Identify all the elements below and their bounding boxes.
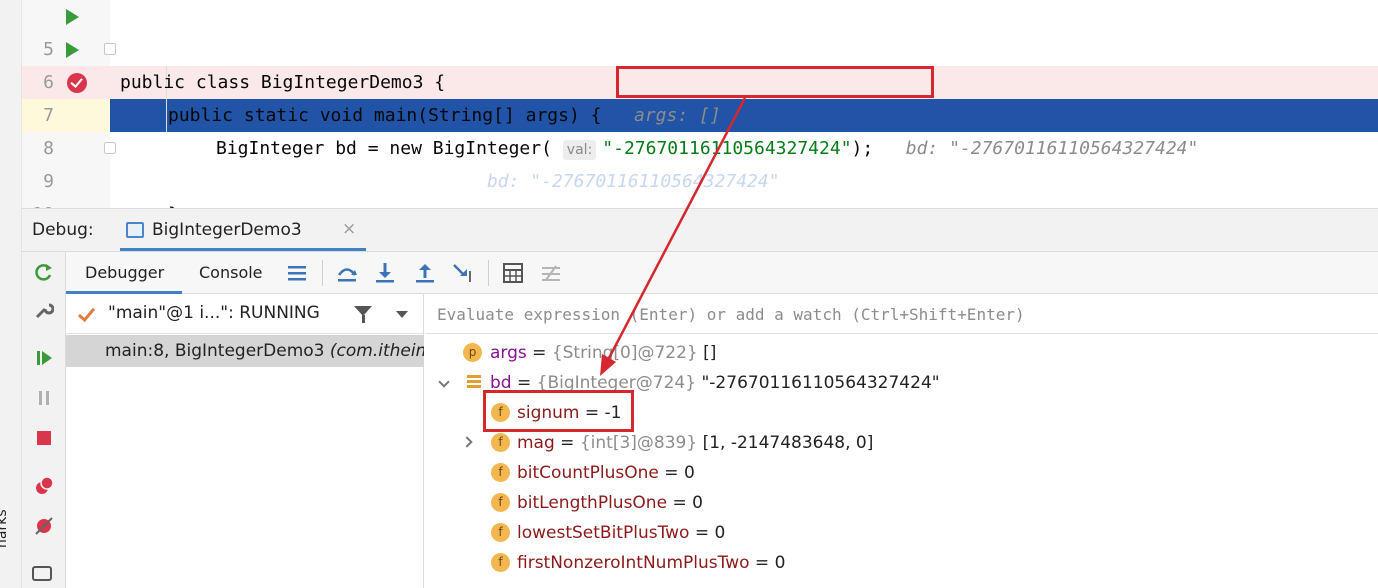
check-icon bbox=[77, 303, 96, 323]
variable-value: 0 bbox=[714, 523, 726, 543]
field-icon: f bbox=[491, 493, 510, 512]
debug-title: Debug: bbox=[32, 220, 94, 240]
step-over-icon[interactable] bbox=[336, 262, 358, 284]
bookmarks-side-tab[interactable]: narks bbox=[0, 509, 10, 548]
menu-icon[interactable] bbox=[286, 262, 308, 284]
code-line-10[interactable]: 10 } bbox=[0, 165, 1378, 258]
variable-row-bitlengthplusone[interactable]: f bitLengthPlusOne = 0 bbox=[425, 488, 1378, 518]
stack-frame-item[interactable]: main:8, BigIntegerDemo3 (com.itheim bbox=[66, 335, 424, 367]
pause-icon[interactable] bbox=[34, 388, 54, 408]
variable-equals: = bbox=[554, 433, 580, 453]
toolbar-divider bbox=[322, 260, 323, 286]
chevron-down-icon[interactable] bbox=[396, 311, 408, 318]
variable-equals: = bbox=[689, 523, 715, 543]
evaluate-expression-input[interactable] bbox=[437, 302, 1137, 326]
code-line-8[interactable]: 8 System.out.println(bd); bd: "-27670116… bbox=[0, 99, 1378, 192]
variable-name: args bbox=[490, 343, 527, 363]
code-line-9[interactable]: 9 } bbox=[0, 132, 1378, 225]
trace-stream-icon[interactable] bbox=[540, 262, 562, 284]
close-icon[interactable]: × bbox=[342, 219, 356, 239]
thread-label: "main"@1 i...": RUNNING bbox=[108, 303, 320, 323]
code-line-5[interactable]: 5 public class BigIntegerDemo3 { bbox=[0, 0, 1378, 93]
field-icon: f bbox=[491, 433, 510, 452]
debug-session-tab[interactable]: BigIntegerDemo3 × bbox=[120, 209, 366, 251]
variable-row-mag[interactable]: f mag = {int[3]@839} [1, -2147483648, 0] bbox=[425, 428, 1378, 458]
fold-icon[interactable] bbox=[104, 142, 116, 154]
variable-name: lowestSetBitPlusTwo bbox=[517, 523, 690, 543]
code-editor[interactable]: 5 public class BigIntegerDemo3 { 6 publi… bbox=[0, 0, 1378, 588]
stop-icon[interactable] bbox=[34, 428, 54, 448]
variable-value: 0 bbox=[774, 553, 786, 573]
tab-debugger[interactable]: Debugger bbox=[85, 263, 164, 282]
frame-method: main:8, BigIntegerDemo3 bbox=[105, 341, 325, 361]
session-tab-label: BigIntegerDemo3 bbox=[152, 220, 302, 240]
run-method-icon[interactable] bbox=[66, 42, 79, 58]
wrench-icon[interactable] bbox=[34, 300, 54, 320]
variable-row-lowestsetbitplustwo[interactable]: f lowestSetBitPlusTwo = 0 bbox=[425, 518, 1378, 548]
frame-package: (com.itheim bbox=[329, 341, 424, 361]
variable-name: firstNonzeroIntNumPlusTwo bbox=[517, 553, 750, 573]
code-line-6[interactable]: 6 public static void main(String[] args)… bbox=[0, 33, 1378, 126]
tab-console[interactable]: Console bbox=[199, 263, 263, 282]
variable-value: 0 bbox=[692, 493, 703, 513]
variable-type: {int[3]@839} bbox=[579, 433, 698, 453]
evaluate-expression-bar[interactable] bbox=[425, 294, 1378, 334]
variable-equals: = bbox=[658, 463, 684, 483]
variable-name: bitCountPlusOne bbox=[517, 463, 659, 483]
mute-breakpoints-icon[interactable] bbox=[34, 516, 54, 536]
toolbar-divider bbox=[488, 260, 489, 286]
frames-panel: "main"@1 i...": RUNNING main:8, BigInteg… bbox=[66, 294, 424, 588]
thread-selector[interactable]: "main"@1 i...": RUNNING bbox=[66, 294, 424, 334]
local-variable-icon bbox=[467, 375, 481, 389]
view-breakpoints-icon[interactable] bbox=[34, 476, 54, 496]
variable-equals: = bbox=[749, 553, 775, 573]
debug-tool-window-header: Debug: BigIntegerDemo3 × bbox=[22, 208, 1378, 252]
variables-panel: p args = {String[0]@722} [] bd = {BigInt… bbox=[425, 294, 1378, 588]
chevron-right-icon[interactable] bbox=[461, 436, 473, 448]
debugger-tabs-bar: Debugger Console bbox=[66, 252, 1378, 294]
debug-side-toolbar bbox=[22, 252, 66, 588]
camera-icon[interactable] bbox=[32, 566, 52, 581]
breakpoint-icon[interactable] bbox=[67, 73, 87, 93]
field-icon: f bbox=[491, 463, 510, 482]
field-icon: f bbox=[491, 523, 510, 542]
variable-name: mag bbox=[517, 433, 555, 453]
variable-name: bitLengthPlusOne bbox=[517, 493, 668, 513]
variable-value: "-27670116110564327424" bbox=[696, 373, 940, 393]
evaluate-expression-icon[interactable] bbox=[502, 262, 524, 284]
variable-value: [] bbox=[697, 343, 717, 363]
parameter-icon: p bbox=[463, 343, 482, 362]
chevron-down-icon[interactable] bbox=[438, 376, 450, 388]
active-tab-indicator bbox=[120, 248, 366, 251]
variable-equals: = bbox=[667, 493, 693, 513]
variable-equals: = bbox=[526, 343, 552, 363]
variable-row-firstnonzerointnumplustwo[interactable]: f firstNonzeroIntNumPlusTwo = 0 bbox=[425, 548, 1378, 578]
variable-type: {String[0]@722} bbox=[551, 343, 698, 363]
variable-row-bitcountplusone[interactable]: f bitCountPlusOne = 0 bbox=[425, 458, 1378, 488]
step-out-icon[interactable] bbox=[414, 262, 436, 284]
filter-icon-stem bbox=[362, 315, 365, 323]
field-icon: f bbox=[491, 553, 510, 572]
fold-icon[interactable] bbox=[104, 43, 116, 55]
step-into-icon[interactable] bbox=[374, 262, 396, 284]
annotation-box-string-literal bbox=[616, 66, 934, 98]
rerun-icon[interactable] bbox=[34, 262, 54, 282]
annotation-box-signum bbox=[483, 390, 634, 432]
variable-row-args[interactable]: p args = {String[0]@722} [] bbox=[425, 338, 1378, 368]
variable-value: [1, -2147483648, 0] bbox=[697, 433, 874, 453]
session-icon bbox=[126, 222, 144, 238]
stack-frame-label: main:8, BigIntegerDemo3 (com.itheim bbox=[105, 341, 424, 361]
run-to-cursor-icon[interactable] bbox=[452, 262, 474, 284]
run-class-icon[interactable] bbox=[66, 9, 79, 25]
variable-value: 0 bbox=[683, 463, 695, 483]
resume-icon[interactable] bbox=[34, 348, 54, 368]
